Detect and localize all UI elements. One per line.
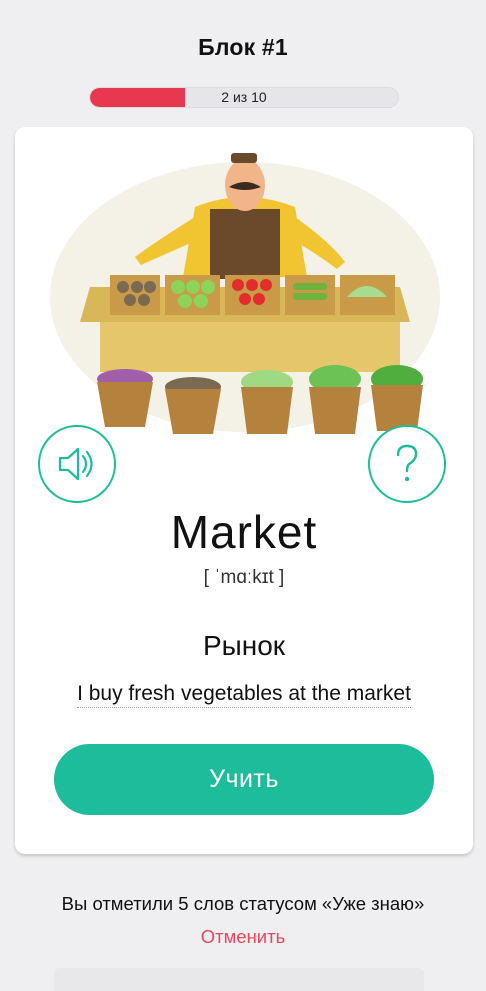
speaker-icon xyxy=(58,447,93,481)
bottom-panel xyxy=(54,968,424,991)
progress-text: 2 из 10 xyxy=(221,89,267,105)
learn-button[interactable]: Учить xyxy=(54,744,434,815)
question-icon xyxy=(396,444,418,482)
sound-button[interactable] xyxy=(38,425,116,503)
undo-link[interactable]: Отменить xyxy=(0,926,486,948)
word-transcription: [ ˈmɑːkɪt ] xyxy=(203,567,285,588)
page-title: Блок #1 xyxy=(198,34,288,60)
example-text[interactable]: I buy fresh vegetables at the market xyxy=(77,682,411,708)
word-translation: Рынок xyxy=(202,630,286,661)
example-sentence: I buy fresh vegetables at the market xyxy=(15,682,473,708)
word-title: Market xyxy=(170,506,318,558)
market-illustration xyxy=(50,153,440,434)
help-button[interactable] xyxy=(368,425,446,503)
progress-bar: 2 из 10 xyxy=(89,87,399,108)
status-notice: Вы отметили 5 слов статусом «Уже знаю» xyxy=(61,893,425,914)
word-card: Market [ ˈmɑːkɪt ] Рынок I buy fresh veg… xyxy=(15,127,473,854)
